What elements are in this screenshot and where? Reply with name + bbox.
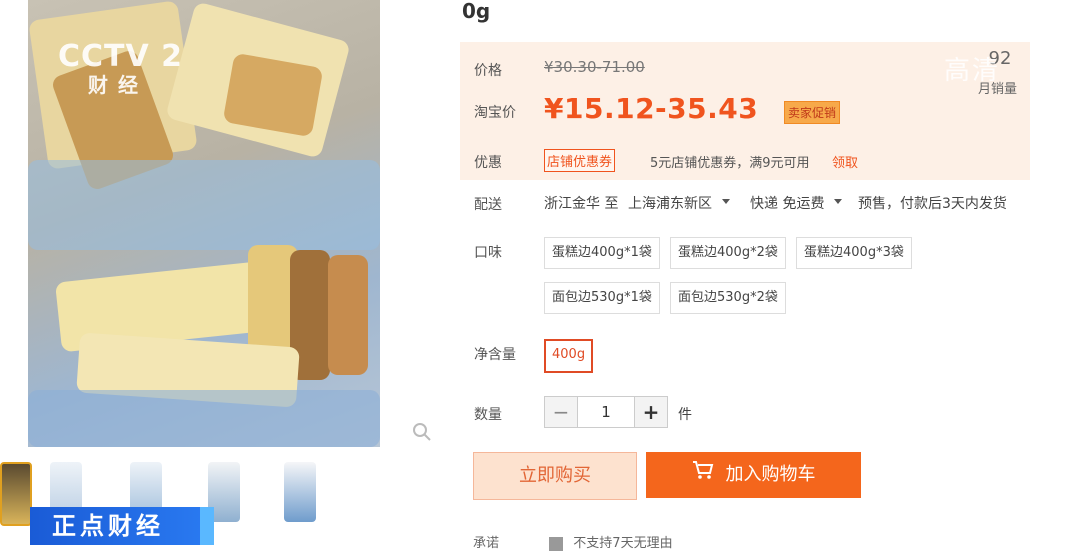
thumbnail-5[interactable]: [284, 462, 316, 522]
flavor-label: 口味: [474, 245, 502, 261]
net-weight-label: 净含量: [474, 347, 516, 363]
flavor-option[interactable]: 蛋糕边400g*2袋: [670, 237, 786, 269]
product-title: 0g: [462, 0, 491, 23]
chevron-down-icon[interactable]: [834, 199, 842, 204]
price-label: 价格: [474, 63, 502, 79]
flavor-option[interactable]: 面包边530g*1袋: [544, 282, 660, 314]
quantity-unit: 件: [678, 407, 692, 423]
seller-promo-tag[interactable]: 卖家促销: [784, 101, 841, 124]
commitment-row: 承诺 不支持7天无理由: [473, 532, 673, 551]
quantity-increment-button[interactable]: +: [634, 396, 668, 428]
return-policy: 不支持7天无理由: [573, 536, 673, 551]
thumbnail-1[interactable]: [0, 462, 32, 526]
flavor-option[interactable]: 蛋糕边400g*3袋: [796, 237, 912, 269]
program-banner: 正点财经: [30, 507, 214, 545]
delivery-label: 配送: [474, 197, 502, 213]
channel-watermark: CCTV 2 财经: [58, 39, 184, 97]
presale-note: 预售，付款后3天内发货: [858, 196, 1007, 212]
buy-now-button[interactable]: 立即购买: [473, 452, 637, 500]
flavor-option[interactable]: 面包边530g*2袋: [670, 282, 786, 314]
chevron-down-icon[interactable]: [722, 199, 730, 204]
quantity-label: 数量: [474, 407, 502, 423]
hd-watermark: 高清: [944, 56, 1001, 86]
add-to-cart-button[interactable]: 加入购物车: [646, 452, 861, 498]
quantity-input[interactable]: 1: [578, 396, 634, 428]
coupon-tag: 店铺优惠券: [544, 149, 616, 172]
original-price: ¥30.30-71.00: [544, 58, 645, 76]
commitment-label: 承诺: [473, 536, 500, 551]
channel-logo: CCTV 2: [58, 39, 184, 74]
program-banner-text: 正点财经: [52, 512, 164, 540]
flavor-option[interactable]: 蛋糕边400g*1袋: [544, 237, 660, 269]
ship-to-select[interactable]: 上海浦东新区: [628, 193, 712, 213]
zoom-icon[interactable]: [410, 420, 434, 444]
net-weight-option-selected[interactable]: 400g: [544, 339, 594, 373]
claim-coupon-link[interactable]: 领取: [832, 152, 858, 171]
checkbox-icon: [549, 536, 564, 551]
ship-from: 浙江金华 至: [544, 196, 619, 212]
taobao-price: ¥15.12-35.43: [544, 92, 759, 125]
banner-stripe: [200, 507, 214, 545]
channel-sub: 财经: [88, 73, 148, 97]
shipping-method-select[interactable]: 快递 免运费: [750, 193, 824, 213]
buy-now-label: 立即购买: [519, 465, 591, 486]
taobao-price-label: 淘宝价: [474, 105, 516, 121]
promotion-label: 优惠: [474, 155, 502, 171]
add-to-cart-label: 加入购物车: [725, 464, 816, 485]
cart-icon: [692, 452, 714, 498]
coupon-description: 5元店铺优惠券，满9元可用: [650, 156, 810, 171]
quantity-decrement-button[interactable]: −: [544, 396, 578, 428]
